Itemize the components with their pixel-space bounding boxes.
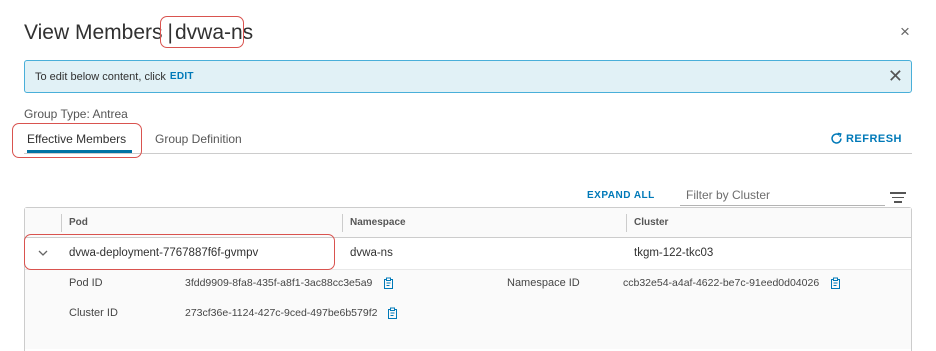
cluster-name: tkgm-122-tkc03 (634, 247, 714, 259)
alert-text: To edit below content, click (35, 70, 166, 83)
expand-all-button[interactable]: EXPAND ALL (587, 190, 655, 201)
close-dialog-icon[interactable]: × (900, 23, 910, 40)
namespace-id-value: ccb32e54-a4af-4622-be7c-91eed0d04026 (623, 277, 820, 289)
column-header-cluster[interactable]: Cluster (626, 208, 668, 237)
cluster-id-label: Cluster ID (69, 307, 118, 319)
refresh-button[interactable]: REFRESH (830, 132, 902, 145)
row-detail-panel: Pod ID 3fdd9909-8fa8-435f-a8f1-3ac88cc3e… (25, 269, 911, 349)
column-toggle-icon[interactable] (890, 192, 906, 206)
members-table: Pod Namespace Cluster dvwa-deployment-77… (24, 207, 912, 351)
column-header-pod[interactable]: Pod (61, 208, 88, 237)
column-header-namespace[interactable]: Namespace (342, 208, 406, 237)
highlight-title-namespace (160, 16, 244, 48)
refresh-label: REFRESH (845, 132, 902, 145)
filter-by-cluster-input[interactable] (680, 184, 885, 206)
copy-icon[interactable] (830, 277, 842, 289)
edit-link[interactable]: EDIT (170, 71, 194, 82)
alert-close-icon[interactable]: ✕ (888, 67, 903, 85)
dialog-title-text: View Members (24, 21, 163, 44)
copy-icon[interactable] (387, 307, 399, 319)
highlight-pod-row (24, 234, 335, 270)
group-type-label: Group Type: Antrea (24, 107, 128, 121)
copy-icon[interactable] (383, 277, 395, 289)
highlight-effective-members (12, 123, 142, 158)
cluster-id-value: 273cf36e-1124-427c-9ced-497be6b579f2 (185, 307, 378, 319)
info-alert: To edit below content, click EDIT ✕ (24, 60, 912, 93)
namespace-id-label: Namespace ID (507, 277, 580, 289)
pod-id-value: 3fdd9909-8fa8-435f-a8f1-3ac88cc3e5a9 (185, 277, 373, 289)
tab-group-definition[interactable]: Group Definition (155, 132, 242, 146)
namespace-name: dvwa-ns (350, 247, 393, 259)
tab-bar: Effective Members Group Definition REFRE… (24, 128, 912, 154)
pod-id-label: Pod ID (69, 277, 103, 289)
refresh-icon (831, 132, 842, 144)
